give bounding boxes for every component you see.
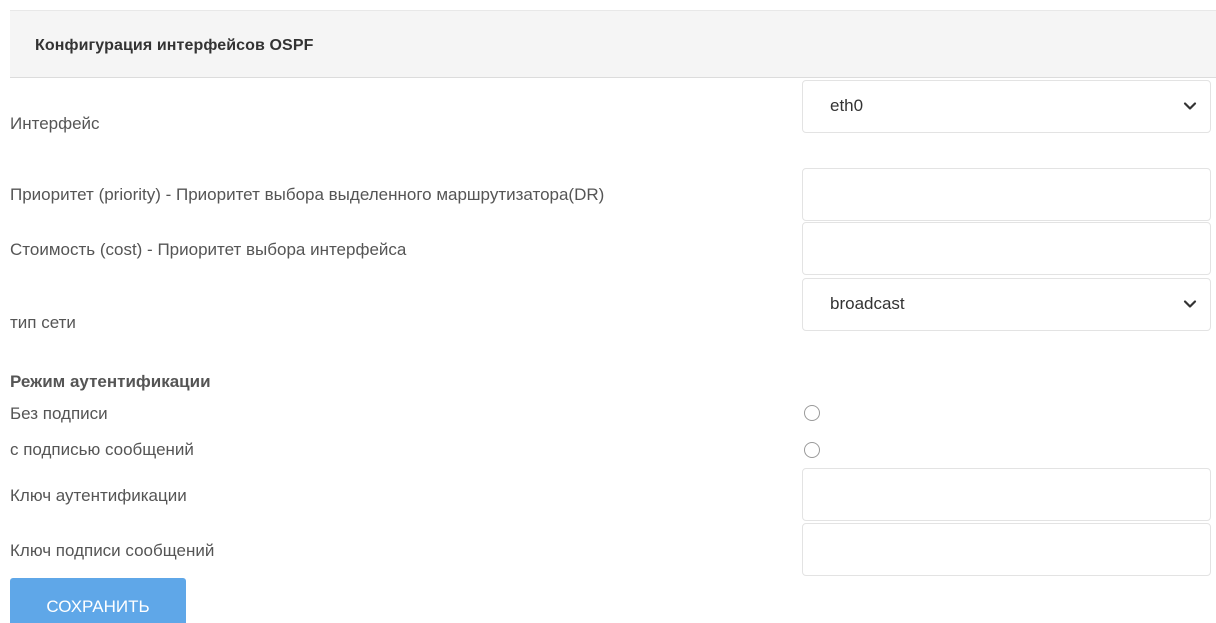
auth-key-input[interactable]: [802, 468, 1211, 521]
panel-header: Конфигурация интерфейсов OSPF: [10, 10, 1216, 78]
auth-message-radio[interactable]: [804, 442, 820, 458]
auth-message-label: с подписью сообщений: [10, 440, 194, 459]
network-type-select[interactable]: broadcast: [802, 278, 1211, 331]
interface-select[interactable]: eth0: [802, 80, 1211, 133]
message-key-input[interactable]: [802, 523, 1211, 576]
network-type-label: тип сети: [10, 313, 76, 332]
auth-none-label: Без подписи: [10, 404, 108, 423]
auth-key-label: Ключ аутентификации: [10, 486, 187, 505]
cost-input[interactable]: [802, 222, 1211, 275]
auth-mode-title: Режим аутентификации: [10, 372, 211, 391]
network-type-select-value: broadcast: [830, 294, 905, 313]
cost-label: Стоимость (cost) - Приоритет выбора инте…: [10, 240, 407, 259]
auth-none-radio[interactable]: [804, 405, 820, 421]
chevron-down-icon: [1183, 300, 1197, 308]
interface-select-value: eth0: [830, 96, 864, 115]
save-button[interactable]: СОХРАНИТЬ: [10, 578, 186, 623]
priority-input[interactable]: [802, 168, 1211, 221]
chevron-down-icon: [1183, 102, 1197, 110]
interface-label: Интерфейс: [10, 114, 100, 133]
message-key-label: Ключ подписи сообщений: [10, 541, 215, 560]
page-title: Конфигурация интерфейсов OSPF: [35, 37, 314, 54]
priority-label: Приоритет (priority) - Приоритет выбора …: [10, 185, 605, 204]
